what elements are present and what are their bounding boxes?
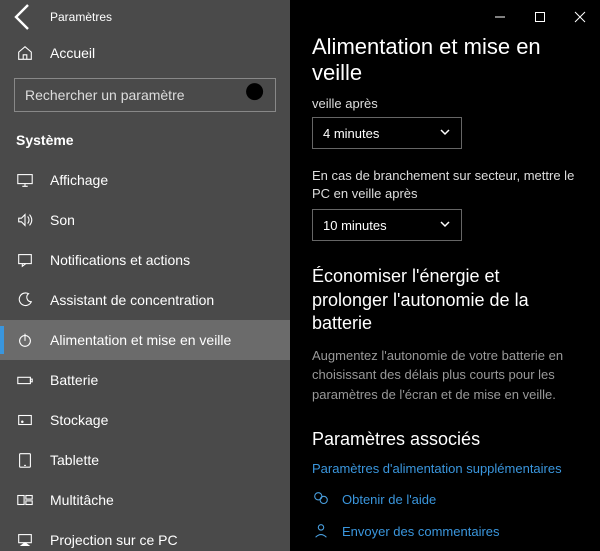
projection-icon xyxy=(16,531,34,549)
nav-label: Alimentation et mise en veille xyxy=(50,332,231,348)
energy-text: Augmentez l'autonomie de votre batterie … xyxy=(312,346,578,405)
cutoff-label: veille après xyxy=(312,96,578,111)
nav-label: Notifications et actions xyxy=(50,252,190,268)
home-label: Accueil xyxy=(50,45,95,61)
home-icon xyxy=(16,44,34,62)
nav-label: Projection sur ce PC xyxy=(50,532,178,548)
feedback-icon xyxy=(312,522,330,540)
multitask-icon xyxy=(16,491,34,509)
nav-label: Affichage xyxy=(50,172,108,188)
nav-item-power[interactable]: Alimentation et mise en veille xyxy=(0,320,290,360)
nav-item-focus[interactable]: Assistant de concentration xyxy=(0,280,290,320)
storage-icon xyxy=(16,411,34,429)
feedback-row: Envoyer des commentaires xyxy=(312,522,578,540)
nav-item-sound[interactable]: Son xyxy=(0,200,290,240)
search-icon xyxy=(241,78,275,112)
moon-icon xyxy=(16,291,34,309)
notifications-icon xyxy=(16,251,34,269)
maximize-button[interactable] xyxy=(520,2,560,32)
plugged-label: En cas de branchement sur secteur, mettr… xyxy=(312,167,578,203)
nav-item-battery[interactable]: Batterie xyxy=(0,360,290,400)
section-header: Système xyxy=(0,124,290,160)
content-body: Alimentation et mise en veille veille ap… xyxy=(290,34,600,550)
chevron-down-icon xyxy=(439,218,451,233)
tablet-icon xyxy=(16,451,34,469)
battery-icon xyxy=(16,371,34,389)
nav-label: Multitâche xyxy=(50,492,114,508)
help-icon xyxy=(312,490,330,508)
nav-label: Stockage xyxy=(50,412,108,428)
nav-item-notifications[interactable]: Notifications et actions xyxy=(0,240,290,280)
search-box[interactable]: Rechercher un paramètre xyxy=(14,78,276,112)
nav-label: Son xyxy=(50,212,75,228)
sound-icon xyxy=(16,211,34,229)
search-placeholder: Rechercher un paramètre xyxy=(15,87,241,103)
sleep-plugged-dropdown[interactable]: 10 minutes xyxy=(312,209,462,241)
feedback-link[interactable]: Envoyer des commentaires xyxy=(342,524,500,539)
power-icon xyxy=(16,331,34,349)
help-row: Obtenir de l'aide xyxy=(312,490,578,508)
nav-item-multitask[interactable]: Multitâche xyxy=(0,480,290,520)
energy-heading: Économiser l'énergie et prolonger l'auto… xyxy=(312,265,578,335)
dropdown-value: 4 minutes xyxy=(323,126,379,141)
related-link[interactable]: Paramètres d'alimentation supplémentaire… xyxy=(312,461,578,476)
dropdown-value: 10 minutes xyxy=(323,218,387,233)
chevron-down-icon xyxy=(439,126,451,141)
nav-label: Assistant de concentration xyxy=(50,292,214,308)
nav-item-display[interactable]: Affichage xyxy=(0,160,290,200)
content-pane: Alimentation et mise en veille veille ap… xyxy=(290,0,600,551)
titlebar-title: Paramètres xyxy=(50,10,112,24)
nav-label: Batterie xyxy=(50,372,98,388)
help-link[interactable]: Obtenir de l'aide xyxy=(342,492,436,507)
nav-item-tablet[interactable]: Tablette xyxy=(0,440,290,480)
back-button[interactable] xyxy=(8,1,40,33)
page-title: Alimentation et mise en veille xyxy=(312,34,578,86)
nav-list: Affichage Son Notifications et actions A… xyxy=(0,160,290,551)
nav-item-projection[interactable]: Projection sur ce PC xyxy=(0,520,290,551)
nav-label: Tablette xyxy=(50,452,99,468)
home-button[interactable]: Accueil xyxy=(0,34,290,72)
window-controls xyxy=(290,0,600,34)
sidebar: Paramètres Accueil Rechercher un paramèt… xyxy=(0,0,290,551)
display-icon xyxy=(16,171,34,189)
close-button[interactable] xyxy=(560,2,600,32)
related-heading: Paramètres associés xyxy=(312,428,578,451)
minimize-button[interactable] xyxy=(480,2,520,32)
sleep-battery-dropdown[interactable]: 4 minutes xyxy=(312,117,462,149)
nav-item-storage[interactable]: Stockage xyxy=(0,400,290,440)
titlebar: Paramètres xyxy=(0,0,290,34)
